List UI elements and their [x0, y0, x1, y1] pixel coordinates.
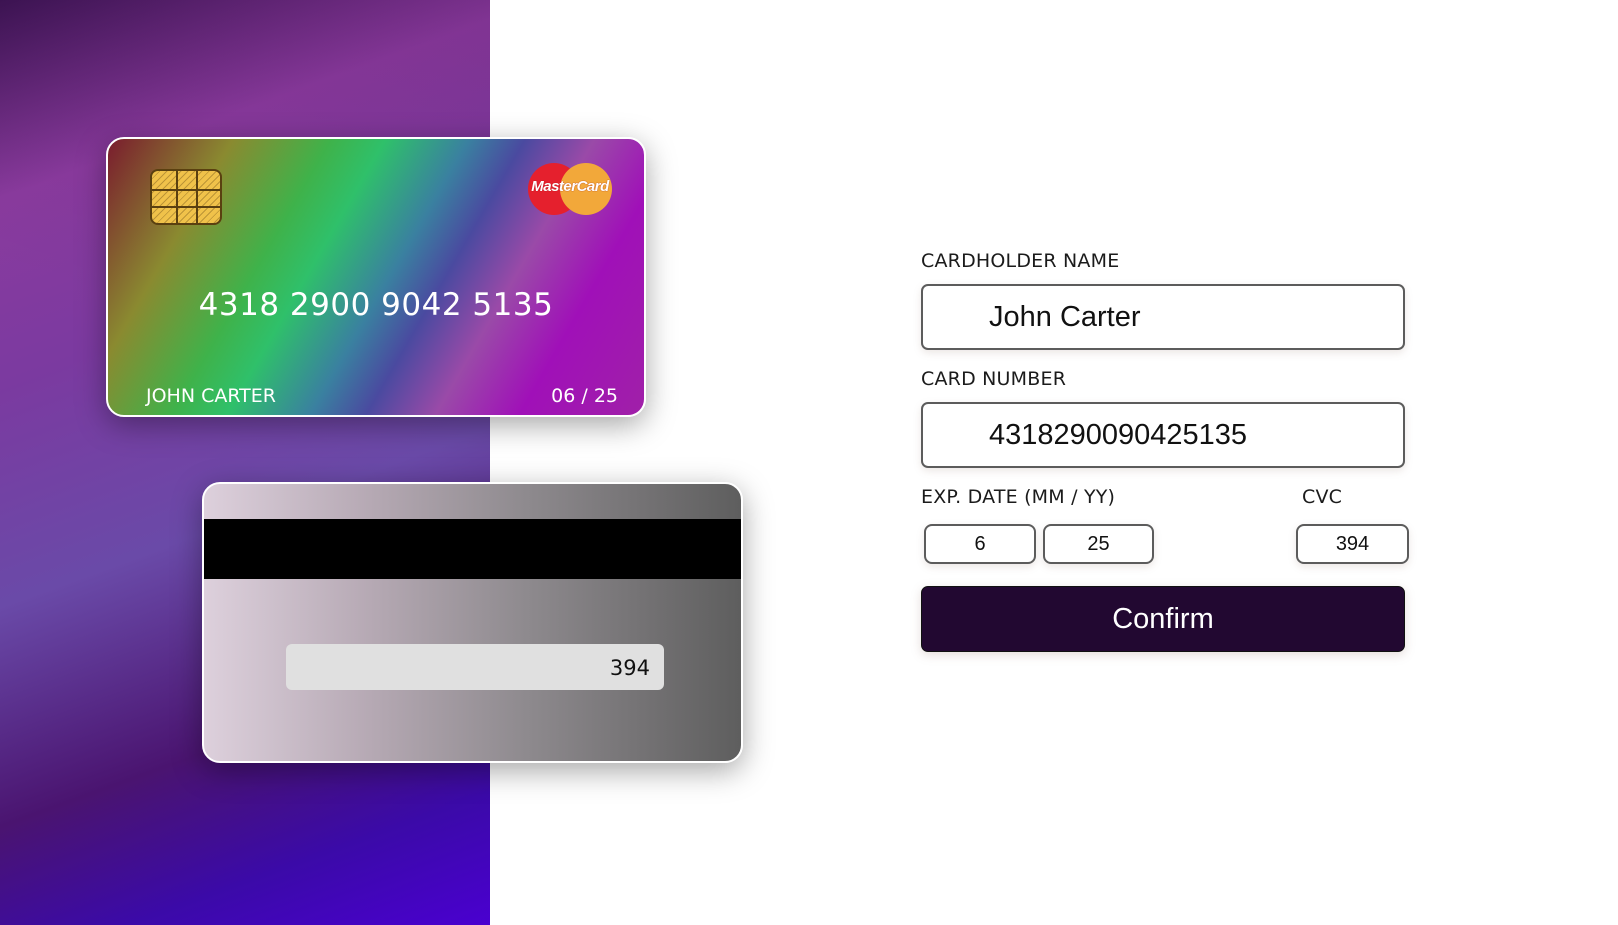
page: MasterCard 4318 2900 9042 5135 JOHN CART…	[0, 0, 1618, 925]
card-back-cvc: 394	[609, 656, 650, 680]
card-front: MasterCard 4318 2900 9042 5135 JOHN CART…	[106, 137, 646, 417]
chip-icon	[150, 169, 222, 225]
card-expiry-display: 06 / 25	[551, 385, 618, 407]
exp-month-input[interactable]	[924, 524, 1036, 564]
signature-strip: 394	[286, 644, 664, 690]
payment-form: CARDHOLDER NAME CARD NUMBER EXP. DATE (M…	[921, 250, 1441, 652]
cardholder-name-input[interactable]	[921, 284, 1405, 350]
mastercard-logo: MasterCard	[528, 163, 612, 215]
cvc-label: CVC	[1302, 486, 1343, 508]
exp-year-input[interactable]	[1043, 524, 1154, 564]
expiry-cvc-row: EXP. DATE (MM / YY) CVC	[921, 486, 1441, 586]
confirm-button[interactable]: Confirm	[921, 586, 1405, 652]
brand-name: MasterCard	[531, 178, 609, 195]
cvc-input[interactable]	[1296, 524, 1409, 564]
exp-date-label: EXP. DATE (MM / YY)	[921, 486, 1116, 508]
magnetic-strip	[204, 519, 741, 579]
card-holder-display: JOHN CARTER	[146, 385, 276, 407]
card-back: 394	[202, 482, 743, 763]
card-number-label: CARD NUMBER	[921, 368, 1067, 390]
cardholder-label: CARDHOLDER NAME	[921, 250, 1120, 272]
card-number-display: 4318 2900 9042 5135	[198, 287, 554, 323]
card-number-input[interactable]	[921, 402, 1405, 468]
